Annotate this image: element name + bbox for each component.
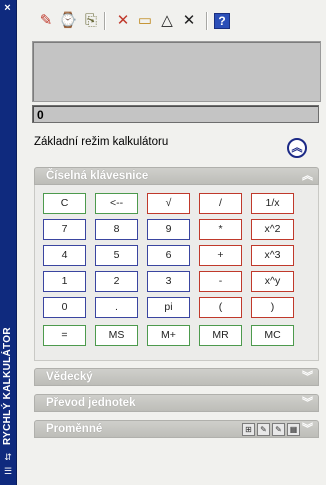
scientific-panel-label: Vědecký (46, 371, 93, 383)
get-coordinates-icon[interactable]: ✕ (113, 10, 133, 32)
help-icon[interactable]: ? (214, 13, 230, 29)
units-panel-label: Převod jednotek (46, 397, 136, 409)
intersection-icon[interactable]: ✕ (179, 10, 199, 32)
palette-title-bar[interactable]: × RYCHLÝ KALKULÁTOR ⇵ ☰ (0, 0, 17, 485)
keypad-panel-label: Číselná klávesnice (46, 170, 149, 182)
key-2-4[interactable]: x^3 (251, 245, 294, 266)
key-4-3[interactable]: ( (199, 297, 242, 318)
mode-label: Základní režim kalkulátoru (34, 136, 169, 148)
mode-toggle-icon[interactable]: ︽ (287, 138, 307, 158)
key-1-1[interactable]: 8 (95, 219, 138, 240)
key-5-3[interactable]: MR (199, 325, 242, 346)
key-2-0[interactable]: 4 (43, 245, 86, 266)
new-variable-icon[interactable]: ⊞ (242, 423, 255, 436)
expand-chevron-icon[interactable]: ︾ (302, 421, 313, 437)
clear-history-icon[interactable]: ⌚ (58, 10, 78, 32)
input-box[interactable]: 0 (32, 105, 319, 123)
key-1-2[interactable]: 9 (147, 219, 190, 240)
key-2-2[interactable]: 6 (147, 245, 190, 266)
key-2-3[interactable]: + (199, 245, 242, 266)
paste-icon[interactable]: ⎘ (81, 10, 101, 32)
key-1-4[interactable]: x^2 (251, 219, 294, 240)
key-4-2[interactable]: pi (147, 297, 190, 318)
key-5-2[interactable]: M+ (147, 325, 190, 346)
key-3-3[interactable]: - (199, 271, 242, 292)
key-3-1[interactable]: 2 (95, 271, 138, 292)
scientific-panel-header[interactable]: Vědecký ︾ (34, 368, 319, 386)
history-area[interactable] (32, 41, 321, 102)
auto-hide-icon[interactable]: ⇵ (3, 452, 13, 462)
key-3-4[interactable]: x^y (251, 271, 294, 292)
properties-menu-icon[interactable]: ☰ (3, 466, 13, 476)
expand-chevron-icon[interactable]: ︾ (302, 395, 313, 411)
variables-panel-header[interactable]: Proměnné ⊞ ✎ ✎ ▦ ︾ (34, 420, 319, 438)
key-0-1[interactable]: <-- (95, 193, 138, 214)
close-icon[interactable]: × (2, 3, 13, 14)
collapse-chevron-icon[interactable]: ︽ (302, 168, 313, 184)
toolbar-separator (206, 12, 208, 30)
delete-variable-icon[interactable]: ✎ (272, 423, 285, 436)
number-pad: C <-- √ / 1/x 7 8 9 * x^2 4 5 6 + x^3 1 2 3- x^y 0. pi () = MS M… (34, 185, 319, 361)
key-3-0[interactable]: 1 (43, 271, 86, 292)
key-2-1[interactable]: 5 (95, 245, 138, 266)
key-0-2[interactable]: √ (147, 193, 190, 214)
calculator-icon[interactable]: ▦ (287, 423, 300, 436)
distance-icon[interactable]: ▭ (135, 10, 155, 32)
key-0-4[interactable]: 1/x (251, 193, 294, 214)
variables-toolbar: ⊞ ✎ ✎ ▦ (242, 423, 300, 436)
clear-icon[interactable]: ✎ (36, 10, 56, 32)
units-panel-header[interactable]: Převod jednotek ︾ (34, 394, 319, 412)
key-0-3[interactable]: / (199, 193, 242, 214)
palette-title: RYCHLÝ KALKULÁTOR (2, 327, 13, 445)
angle-icon[interactable]: △ (157, 10, 177, 32)
key-5-1[interactable]: MS (95, 325, 138, 346)
edit-variable-icon[interactable]: ✎ (257, 423, 270, 436)
variables-panel-label: Proměnné (46, 423, 103, 435)
key-5-4[interactable]: MC (251, 325, 294, 346)
toolbar-separator (104, 12, 106, 30)
key-0-0[interactable]: C (43, 193, 86, 214)
key-4-1[interactable]: . (95, 297, 138, 318)
expand-chevron-icon[interactable]: ︾ (302, 369, 313, 385)
key-3-2[interactable]: 3 (147, 271, 190, 292)
key-1-0[interactable]: 7 (43, 219, 86, 240)
key-4-4[interactable]: ) (251, 297, 294, 318)
keypad-panel-header[interactable]: Číselná klávesnice ︽ (34, 167, 319, 185)
key-5-0[interactable]: = (43, 325, 86, 346)
key-4-0[interactable]: 0 (43, 297, 86, 318)
key-1-3[interactable]: * (199, 219, 242, 240)
calculator-body: ✎ ⌚ ⎘ ✕ ▭ △ ✕? 0 Základní režim kalkulátoru ︽ … (17, 0, 326, 485)
calculator-toolbar: ✎ ⌚ ⎘ ✕ ▭ △ ✕? (34, 10, 284, 34)
